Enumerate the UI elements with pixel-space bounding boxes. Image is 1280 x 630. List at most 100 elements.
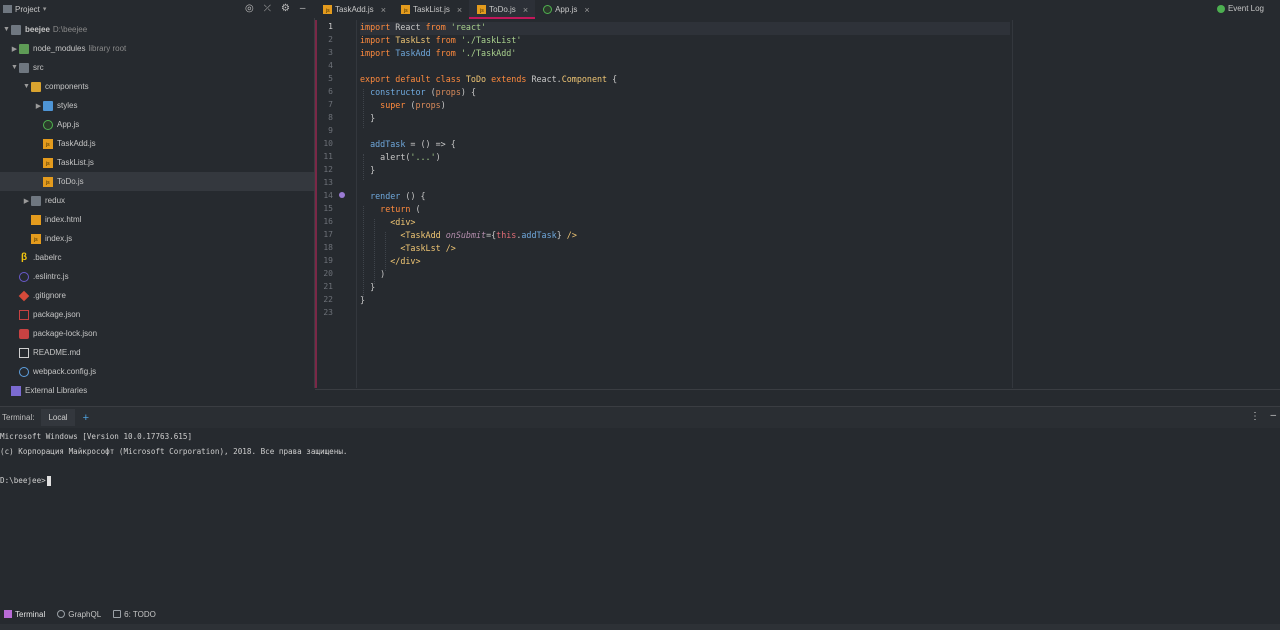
code-token: alert(: [360, 152, 411, 162]
code-token: props: [415, 100, 441, 110]
tree-item[interactable]: ▼ src: [0, 58, 314, 77]
chevron-down-icon[interactable]: ▼: [22, 83, 31, 90]
code-token: super: [380, 100, 406, 110]
indent-guide: [385, 232, 386, 271]
code-area[interactable]: import React from 'react' import TaskLst …: [360, 20, 1280, 388]
code-line[interactable]: export default class ToDo extends React.…: [360, 74, 617, 87]
tree-item[interactable]: TaskList.js: [0, 153, 314, 172]
tree-item[interactable]: App.js: [0, 115, 314, 134]
tree-item-label: .eslintrc.js: [33, 272, 69, 281]
tree-item-label: src: [33, 63, 44, 72]
tree-item[interactable]: ▶ styles: [0, 96, 314, 115]
markdown-icon: [19, 347, 29, 358]
hide-panel-icon[interactable]: –: [300, 3, 306, 14]
code-line[interactable]: addTask = () => {: [360, 139, 456, 152]
tree-item[interactable]: webpack.config.js: [0, 362, 314, 381]
code-line[interactable]: alert('...'): [360, 152, 441, 165]
tree-item[interactable]: TaskAdd.js: [0, 134, 314, 153]
line-number: 17: [323, 230, 333, 239]
line-number: 16: [323, 217, 333, 226]
tree-item[interactable]: .gitignore: [0, 286, 314, 305]
code-token: 'react': [450, 22, 487, 32]
tree-item[interactable]: index.js: [0, 229, 314, 248]
tree-item-label: package-lock.json: [33, 329, 98, 338]
close-tab-icon[interactable]: ×: [381, 5, 386, 15]
new-terminal-plus-icon[interactable]: +: [83, 412, 89, 424]
code-line[interactable]: constructor (props) {: [360, 87, 476, 100]
code-line[interactable]: super (props): [360, 100, 446, 113]
toolwindow-graphql[interactable]: GraphQL: [57, 610, 101, 619]
chevron-down-icon[interactable]: ▼: [2, 26, 11, 33]
code-token: }: [556, 230, 567, 240]
close-tab-icon[interactable]: ×: [457, 5, 462, 15]
terminal-header: Terminal: Local + ⋮ –: [0, 406, 1280, 428]
tree-item-label: beejee: [25, 25, 50, 34]
chevron-right-icon[interactable]: ▶: [34, 102, 43, 110]
window-bottom-strip: [0, 624, 1280, 630]
code-line[interactable]: import TaskLst from './TaskList': [360, 35, 521, 48]
editor-tab[interactable]: ToDo.js ×: [469, 0, 536, 19]
code-line[interactable]: </div>: [360, 256, 420, 269]
code-line[interactable]: render () {: [360, 191, 425, 204]
tree-item[interactable]: package-lock.json: [0, 324, 314, 343]
code-token: ) {: [460, 87, 477, 97]
tree-item[interactable]: package.json: [0, 305, 314, 324]
chevron-right-icon[interactable]: ▶: [22, 197, 31, 205]
toolwindow-terminal[interactable]: Terminal: [4, 610, 45, 619]
event-log-button[interactable]: Event Log: [1216, 4, 1264, 13]
editor-tab[interactable]: TaskList.js ×: [393, 0, 469, 19]
collapse-icon[interactable]: ⤫: [264, 3, 271, 14]
tree-item[interactable]: β .babelrc: [0, 248, 314, 267]
settings-gear-icon[interactable]: ⚙: [281, 3, 290, 14]
js-file-icon: [400, 5, 410, 14]
line-number: 6: [328, 87, 333, 96]
locate-icon[interactable]: ◎: [245, 3, 254, 14]
code-editor[interactable]: 1 2 3 4 5 6 7 8 9 10 11 12 13 14 15 16 17 18 19 20 21 22 23 im…: [315, 20, 1280, 389]
tree-item[interactable]: ToDo.js: [0, 172, 314, 191]
project-view-selector[interactable]: Project ▾: [0, 5, 46, 14]
tree-item-label: index.js: [45, 234, 73, 243]
line-number: 22: [323, 295, 333, 304]
code-token: TaskAdd: [395, 48, 431, 58]
code-token: {: [607, 74, 618, 84]
terminal-icon: [4, 610, 12, 618]
toolwindow-todo[interactable]: 6: TODO: [113, 610, 156, 619]
folder-icon: [31, 195, 41, 206]
editor-tab[interactable]: TaskAdd.js ×: [315, 0, 393, 19]
code-line[interactable]: <div>: [360, 217, 415, 230]
chevron-right-icon[interactable]: ▶: [10, 45, 19, 53]
tree-item-label: webpack.config.js: [33, 367, 97, 376]
terminal-tab-local[interactable]: Local: [41, 409, 75, 426]
code-line[interactable]: <TaskAdd onSubmit={this.addTask} />: [360, 230, 577, 243]
tree-item-label: package.json: [33, 310, 81, 319]
editor-tab[interactable]: App.js ×: [535, 0, 597, 19]
tree-item-label: ToDo.js: [57, 177, 84, 186]
code-line[interactable]: import TaskAdd from './TaskAdd': [360, 48, 516, 61]
code-token: (: [405, 100, 416, 110]
code-line[interactable]: return (: [360, 204, 420, 217]
terminal-output[interactable]: Microsoft Windows [Version 10.0.17763.61…: [0, 428, 1280, 603]
code-token: Component: [561, 74, 608, 84]
close-tab-icon[interactable]: ×: [523, 5, 528, 15]
tree-item[interactable]: .eslintrc.js: [0, 267, 314, 286]
terminal-line: (c) Корпорация Майкрософт (Microsoft Cor…: [0, 447, 347, 456]
eslint-icon: [19, 271, 29, 282]
tree-item[interactable]: ▶ redux: [0, 191, 314, 210]
minimize-icon[interactable]: –: [1270, 410, 1276, 421]
tree-item[interactable]: ▼ components: [0, 77, 314, 96]
tree-item[interactable]: index.html: [0, 210, 314, 229]
tree-item-label: App.js: [57, 120, 80, 129]
tree-item[interactable]: ▼ beejee D:\beejee: [0, 20, 314, 39]
tree-item[interactable]: External Libraries: [0, 381, 314, 400]
code-line[interactable]: import React from 'react': [360, 22, 1010, 35]
code-token: from: [435, 48, 456, 58]
close-tab-icon[interactable]: ×: [584, 5, 589, 15]
more-options-icon[interactable]: ⋮: [1250, 411, 1260, 422]
tree-item[interactable]: README.md: [0, 343, 314, 362]
tree-item[interactable]: ▶ node_modules library root: [0, 39, 314, 58]
method-override-icon[interactable]: [339, 192, 345, 198]
chevron-down-icon[interactable]: ▼: [10, 64, 19, 71]
line-number: 5: [328, 74, 333, 83]
